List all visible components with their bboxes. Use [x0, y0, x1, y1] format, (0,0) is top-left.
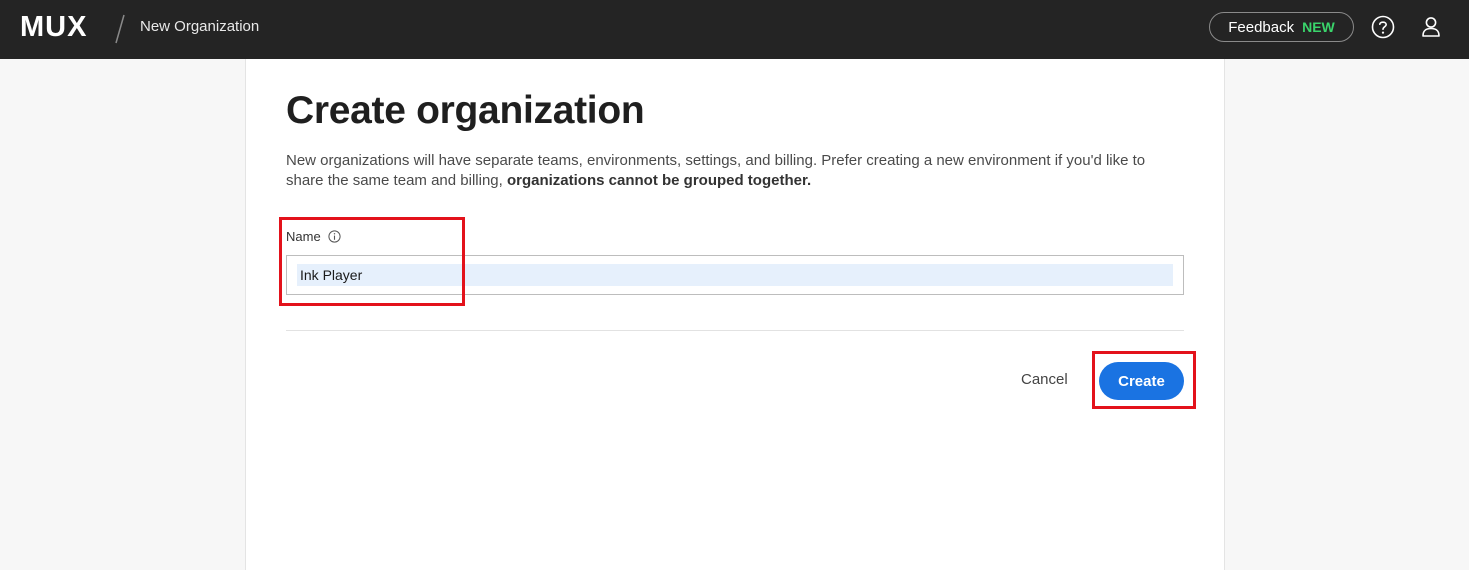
breadcrumb-separator-icon — [115, 14, 125, 44]
page-description: New organizations will have separate tea… — [286, 151, 1176, 191]
breadcrumb-current: New Organization — [140, 18, 260, 35]
top-navigation-bar: MUX New Organization Feedback NEW — [0, 0, 1469, 59]
page-title: Create organization — [286, 89, 645, 132]
create-button[interactable]: Create — [1099, 362, 1184, 400]
name-label-text: Name — [286, 229, 321, 244]
name-field — [286, 255, 1184, 295]
description-emphasis: organizations cannot be grouped together… — [506, 172, 812, 189]
new-badge: NEW — [1302, 19, 1335, 35]
name-field-label: Name — [286, 229, 341, 244]
help-icon[interactable] — [1370, 14, 1396, 40]
mux-logo[interactable]: MUX — [20, 13, 87, 42]
create-organization-panel: Create organization New organizations wi… — [245, 59, 1225, 570]
form-divider — [286, 330, 1184, 331]
feedback-button[interactable]: Feedback NEW — [1209, 12, 1354, 42]
feedback-label: Feedback — [1228, 18, 1295, 36]
user-account-icon[interactable] — [1418, 14, 1444, 40]
info-icon[interactable] — [328, 230, 341, 243]
cancel-button[interactable]: Cancel — [1021, 371, 1068, 388]
organization-name-input[interactable] — [297, 264, 1173, 286]
